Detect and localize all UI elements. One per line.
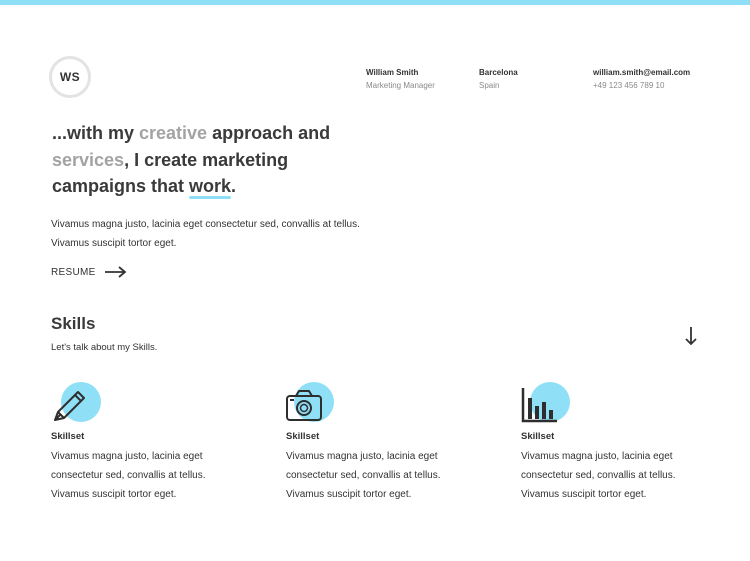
skill-icon-badge (286, 380, 346, 426)
arrow-right-icon (104, 266, 126, 278)
headline-part: ...with my (52, 123, 140, 143)
skill-card: Skillset Vivamus magna justo, lacinia eg… (521, 380, 721, 504)
resume-label: RESUME (51, 266, 96, 278)
headline-highlight-creative: creative (139, 123, 208, 143)
skill-title: Skillset (51, 431, 85, 442)
headline-highlight-work: work (189, 173, 232, 200)
headline-highlight-services: services (52, 149, 125, 170)
bar-chart-icon (521, 388, 557, 423)
contact-email-block: william.smith@email.com +49 123 456 789 … (593, 66, 690, 92)
skill-card: Skillset Vivamus magna justo, lacinia eg… (51, 380, 251, 504)
location-city: Barcelona (479, 68, 518, 77)
phone-number: +49 123 456 789 10 (593, 81, 665, 90)
skill-title: Skillset (286, 431, 320, 442)
skill-title: Skillset (521, 431, 555, 442)
contact-name-block: William Smith Marketing Manager (366, 66, 435, 92)
arrow-down-icon[interactable] (684, 326, 698, 346)
headline-part: . (231, 176, 237, 196)
skills-heading: Skills (51, 314, 96, 333)
hero-intro-text: Vivamus magna justo, lacinia eget consec… (51, 219, 360, 249)
skills-subtitle: Let's talk about my Skills. (51, 342, 158, 353)
skill-description: Vivamus magna justo, lacinia eget consec… (521, 451, 676, 500)
pen-icon (54, 391, 85, 421)
email-link[interactable]: william.smith@email.com (593, 66, 690, 79)
skill-card: Skillset Vivamus magna justo, lacinia eg… (286, 380, 486, 504)
skill-icon-badge (521, 380, 581, 426)
camera-icon (286, 390, 322, 421)
person-role: Marketing Manager (366, 81, 435, 90)
skill-icon-badge (51, 380, 111, 426)
contact-location-block: Barcelona Spain (479, 66, 518, 92)
logo-text: WS (59, 70, 81, 84)
location-country: Spain (479, 81, 500, 90)
skill-description: Vivamus magna justo, lacinia eget consec… (51, 451, 206, 500)
resume-link[interactable]: RESUME (51, 266, 127, 278)
skill-description: Vivamus magna justo, lacinia eget consec… (286, 451, 441, 500)
person-name: William Smith (366, 68, 419, 77)
logo[interactable]: WS (49, 56, 91, 98)
top-accent-bar (0, 0, 750, 5)
hero-headline: ...with my creative approach and service… (52, 120, 372, 200)
headline-part: approach and (207, 123, 331, 143)
